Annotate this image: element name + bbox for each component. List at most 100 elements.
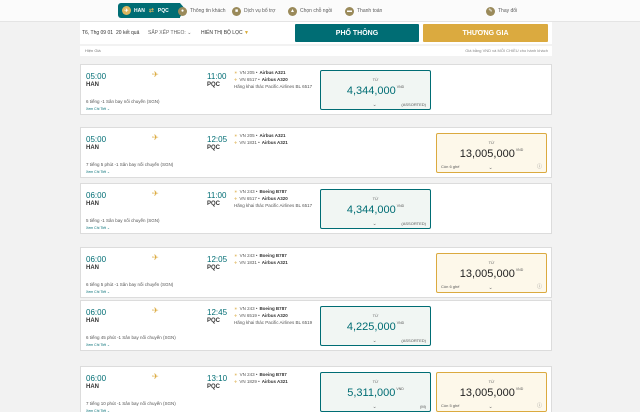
economy-fare-button[interactable]: TỪ 4,225,000VND ⌄ (ASSORTED)	[320, 306, 431, 346]
chevron-down-icon: ⌄	[372, 338, 377, 344]
flight-number: VN 243	[239, 372, 255, 377]
chevron-down-icon: ⌄	[187, 30, 192, 36]
plane-icon: ✈	[152, 306, 159, 315]
duration-stops: 6 tiếng 5 phút -1 Sân bay nối chuyến (SG…	[86, 282, 174, 287]
flight-card[interactable]: 06:00 HAN ✈ 12:05 PQC 6 tiếng 5 phút -1 …	[80, 247, 552, 298]
details-link[interactable]: Xem Chi Tiết ⌄	[86, 343, 110, 347]
arrival-time: 12:05	[207, 255, 228, 264]
flight-card[interactable]: 06:00 HAN ✈ 11:00 PQC 5 tiếng -1 Sân bay…	[80, 183, 552, 234]
arrival-time: 12:05	[207, 135, 228, 144]
filter-label: HIỂN THỊ BỘ LỌC	[201, 30, 243, 36]
price-value: 5,311,000	[347, 387, 396, 399]
flight-number: VN 243	[239, 306, 255, 311]
chevron-down-icon: ⌄	[372, 102, 377, 108]
bullet-separator: •	[254, 133, 258, 138]
arrival-airport: PQC	[207, 318, 221, 324]
bullet-separator: •	[256, 196, 260, 201]
sort-label: SẮP XẾP THEO:	[148, 30, 186, 36]
sort-dropdown[interactable]: SẮP XẾP THEO: ⌄	[148, 30, 191, 36]
plane-icon: ✈	[234, 77, 238, 82]
flight-card[interactable]: 05:00 HAN ✈ 12:05 PQC 7 tiếng 5 phút -1 …	[80, 127, 552, 178]
flight-number: VN 243	[239, 189, 255, 194]
tab-business[interactable]: THƯƠNG GIA	[423, 24, 548, 42]
departure-time: 06:00	[86, 374, 107, 383]
step-services[interactable]: ■ Dịch vụ bổ trợ	[232, 4, 275, 18]
sun-icon: ☀	[234, 253, 238, 258]
bullet-separator: •	[254, 306, 258, 311]
departure-airport: HAN	[86, 201, 99, 207]
step-label: Thông tin khách	[190, 8, 226, 14]
from-label: TỪ	[372, 379, 379, 384]
economy-fare-button[interactable]: TỪ 5,311,000VND ⌄ (M)	[320, 372, 431, 412]
services-icon: ■	[232, 6, 241, 16]
bullet-separator: •	[256, 313, 260, 318]
business-fare-button[interactable]: TỪ 13,005,000VND ⌄ Còn 6 ghế ⓘ	[436, 253, 547, 293]
economy-fare-button[interactable]: TỪ 4,344,000VND ⌄ (ASSORTED)	[320, 70, 431, 110]
currency-label: VND	[396, 204, 405, 208]
chevron-down-icon: ⌄	[488, 404, 493, 410]
sun-icon: ☀	[234, 70, 238, 75]
plane-icon: ✈	[152, 189, 159, 198]
departure-time: 06:00	[86, 255, 107, 264]
flight-card[interactable]: 06:00 HAN ✈ 13:10 PQC 7 tiếng 10 phút -1…	[80, 366, 552, 412]
bullet-separator: •	[256, 260, 260, 265]
currency-label: VND	[515, 387, 524, 391]
step-passenger[interactable]: ● Thông tin khách	[178, 4, 226, 18]
price-note: Giá bằng VND và MỖI CHIỀU cho hành khách	[465, 48, 548, 53]
passenger-icon: ●	[178, 6, 187, 16]
info-icon[interactable]: ⓘ	[537, 163, 542, 170]
flight-segment: ✈ VN 1831 • Airbus A321	[234, 139, 318, 146]
sun-icon: ☀	[234, 189, 238, 194]
fare-price: 13,005,000VND	[437, 268, 546, 280]
business-fare-button[interactable]: TỪ 13,005,000VND ⌄ Còn 5 ghế ⓘ	[436, 372, 547, 412]
duration-stops: 7 tiếng 10 phút -1 Sân bay nối chuyến (S…	[86, 401, 176, 406]
economy-fare-button[interactable]: TỪ 4,344,000VND ⌄ (ASSORTED)	[320, 189, 431, 229]
business-fare-button[interactable]: TỪ 13,005,000VND ⌄ Còn 6 ghế ⓘ	[436, 133, 547, 173]
route-step[interactable]: ✈ HAN ⇄ PQC	[118, 3, 186, 18]
flight-number: VN 243	[239, 253, 255, 258]
aircraft-type: Airbus A321	[261, 140, 288, 145]
step-label: Dịch vụ bổ trợ	[244, 8, 276, 14]
price-value: 4,344,000	[346, 85, 396, 97]
flight-card[interactable]: 05:00 HAN ✈ 11:00 PQC 6 tiếng -1 Sân bay…	[80, 64, 552, 115]
flight-number: VN 1831	[239, 260, 257, 265]
price-value: 13,005,000	[459, 268, 515, 280]
chevron-down-icon: ⌄	[488, 165, 493, 171]
aircraft-type: Airbus A321	[261, 379, 288, 384]
flight-segments: ☀ VN 243 • Boeing B787 ✈ VN 6519 • Airbu…	[234, 305, 318, 326]
details-link[interactable]: Xem Chi Tiết ⌄	[86, 226, 110, 230]
arrival-time: 12:45	[207, 308, 228, 317]
plane-icon: ✈	[152, 70, 159, 79]
tab-economy[interactable]: PHỔ THÔNG	[295, 24, 419, 42]
plane-icon: ✈	[122, 6, 131, 15]
aircraft-type: Airbus A321	[259, 70, 286, 75]
arrival-airport: PQC	[207, 265, 221, 271]
swap-icon: ⇄	[148, 8, 154, 14]
duration-stops: 6 tiếng 45 phút -1 Sân bay nối chuyến (S…	[86, 335, 176, 340]
flight-segment: ☀ VN 243 • Boeing B787	[234, 371, 318, 378]
arrival-time: 11:00	[207, 72, 227, 81]
step-payment[interactable]: ▬ Thanh toán	[345, 4, 382, 18]
details-link[interactable]: Xem Chi Tiết ⌄	[86, 290, 110, 294]
aircraft-type: Airbus A320	[261, 196, 288, 201]
filter-toggle[interactable]: HIỂN THỊ BỘ LỌC ▼	[201, 30, 249, 36]
result-count: 20 kết quả	[116, 30, 140, 36]
booking-step-bar: ✈ HAN ⇄ PQC ● Thông tin khách ■ Dịch vụ …	[0, 0, 640, 22]
flight-card[interactable]: 06:00 HAN ✈ 12:45 PQC 6 tiếng 45 phút -1…	[80, 300, 552, 351]
details-link[interactable]: Xem Chi Tiết ⌄	[86, 170, 110, 174]
step-change[interactable]: ✎ Thay đổi	[486, 4, 517, 18]
step-seat[interactable]: ▲ Chọn chỗ ngồi	[288, 4, 332, 18]
flight-segment: ✈ VN 6519 • Airbus A320	[234, 312, 318, 319]
payment-icon: ▬	[345, 6, 354, 16]
currency-label: VND	[515, 268, 524, 272]
info-icon[interactable]: ⓘ	[537, 283, 542, 290]
operated-by: Hãng khai thác Pacific Airlines BL 6517	[234, 84, 313, 89]
details-label: Xem Chi Tiết	[86, 170, 107, 174]
info-icon[interactable]: ⓘ	[537, 402, 542, 409]
details-link[interactable]: Xem Chi Tiết ⌄	[86, 107, 110, 111]
arrival-airport: PQC	[207, 384, 221, 390]
flight-segment: ✈ VN 1829 • Airbus A321	[234, 378, 318, 385]
flight-segment: ✈ VN 6517 • Airbus A320	[234, 76, 318, 83]
bullet-separator: •	[256, 140, 260, 145]
chevron-down-icon: ⌄	[372, 221, 377, 227]
